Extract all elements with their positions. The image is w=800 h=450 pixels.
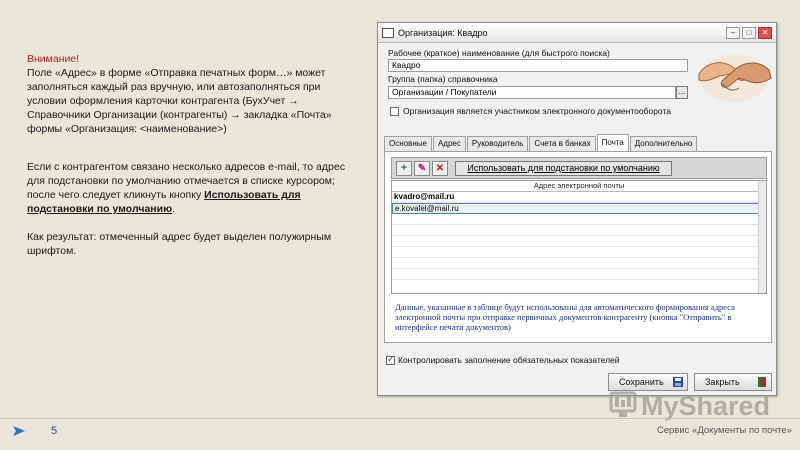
instruction-text: Внимание! Поле «Адрес» в форме «Отправка… (27, 52, 357, 272)
watermark: MyShared (609, 391, 770, 421)
control-checkbox-label: Контролировать заполнение обязательных п… (398, 355, 620, 365)
document-icon (382, 27, 394, 38)
slide: Внимание! Поле «Адрес» в форме «Отправка… (0, 0, 800, 450)
email-grid: Адрес электронной почты kvadro@mail.ru e… (391, 180, 767, 294)
mail-tab-panel: + ✎ ✕ Использовать для подстановки по ум… (384, 151, 772, 343)
work-name-label: Рабочее (краткое) наименование (для быст… (388, 48, 610, 58)
tab-main[interactable]: Основные (384, 136, 432, 151)
table-row-empty (392, 236, 766, 247)
email-column-header: Адрес электронной почты (392, 181, 766, 192)
table-row-empty (392, 214, 766, 225)
maximize-icon[interactable]: □ (742, 26, 756, 39)
paragraph-3: Как результат: отмеченный адрес будет вы… (27, 231, 332, 257)
mail-usage-note: Данные, указанные в таблице будут исполь… (395, 302, 735, 332)
group-picker-button[interactable]: ... (676, 86, 688, 99)
work-name-field[interactable]: Квадро (388, 59, 688, 72)
edo-checkbox-label: Организация является участником электрон… (403, 106, 671, 116)
tab-mail[interactable]: Почта (596, 134, 629, 151)
grid-scrollbar[interactable] (758, 181, 766, 293)
tab-additional[interactable]: Дополнительно (629, 136, 698, 151)
handshake-icon (698, 54, 772, 102)
delete-icon[interactable]: ✕ (432, 161, 448, 176)
window-title: Организация: Квадро (398, 27, 488, 38)
tab-bank-accounts[interactable]: Счета в банках (529, 136, 596, 151)
table-row-empty (392, 247, 766, 258)
table-row-empty (392, 269, 766, 280)
control-checkbox[interactable] (386, 354, 395, 365)
paragraph-2-end: . (172, 203, 175, 215)
paragraph-2: Если с контрагентом связано несколько ад… (27, 160, 357, 216)
set-default-button[interactable]: Использовать для подстановки по умолчани… (455, 161, 672, 176)
tab-director[interactable]: Руководитель (466, 136, 529, 151)
footer-text: Сервис «Документы по почте» (656, 425, 792, 436)
minimize-icon[interactable]: – (726, 26, 740, 39)
email-toolbar: + ✎ ✕ Использовать для подстановки по ум… (391, 157, 767, 179)
paragraph-1: Поле «Адрес» в форме «Отправка печатных … (27, 67, 332, 135)
tab-bar: Основные Адрес Руководитель Счета в банк… (384, 134, 698, 151)
table-row-empty (392, 225, 766, 236)
add-icon[interactable]: + (396, 161, 412, 176)
edit-icon[interactable]: ✎ (414, 161, 430, 176)
group-label: Группа (папка) справочника (388, 74, 498, 84)
table-row-empty (392, 258, 766, 269)
edo-checkbox[interactable] (390, 107, 399, 116)
page-number: 5 (51, 425, 58, 437)
warning-title: Внимание! (27, 53, 80, 65)
table-row[interactable]: kvadro@mail.ru (392, 192, 766, 203)
group-field[interactable]: Организации / Покупатели (388, 86, 676, 99)
close-icon[interactable]: ✕ (758, 26, 772, 39)
tab-address[interactable]: Адрес (432, 136, 466, 151)
footer-divider (0, 418, 800, 419)
arrow-right-icon (13, 426, 25, 436)
table-row[interactable]: e.kovalel@mail.ru (392, 203, 766, 214)
watermark-text: MyShared (641, 391, 770, 421)
